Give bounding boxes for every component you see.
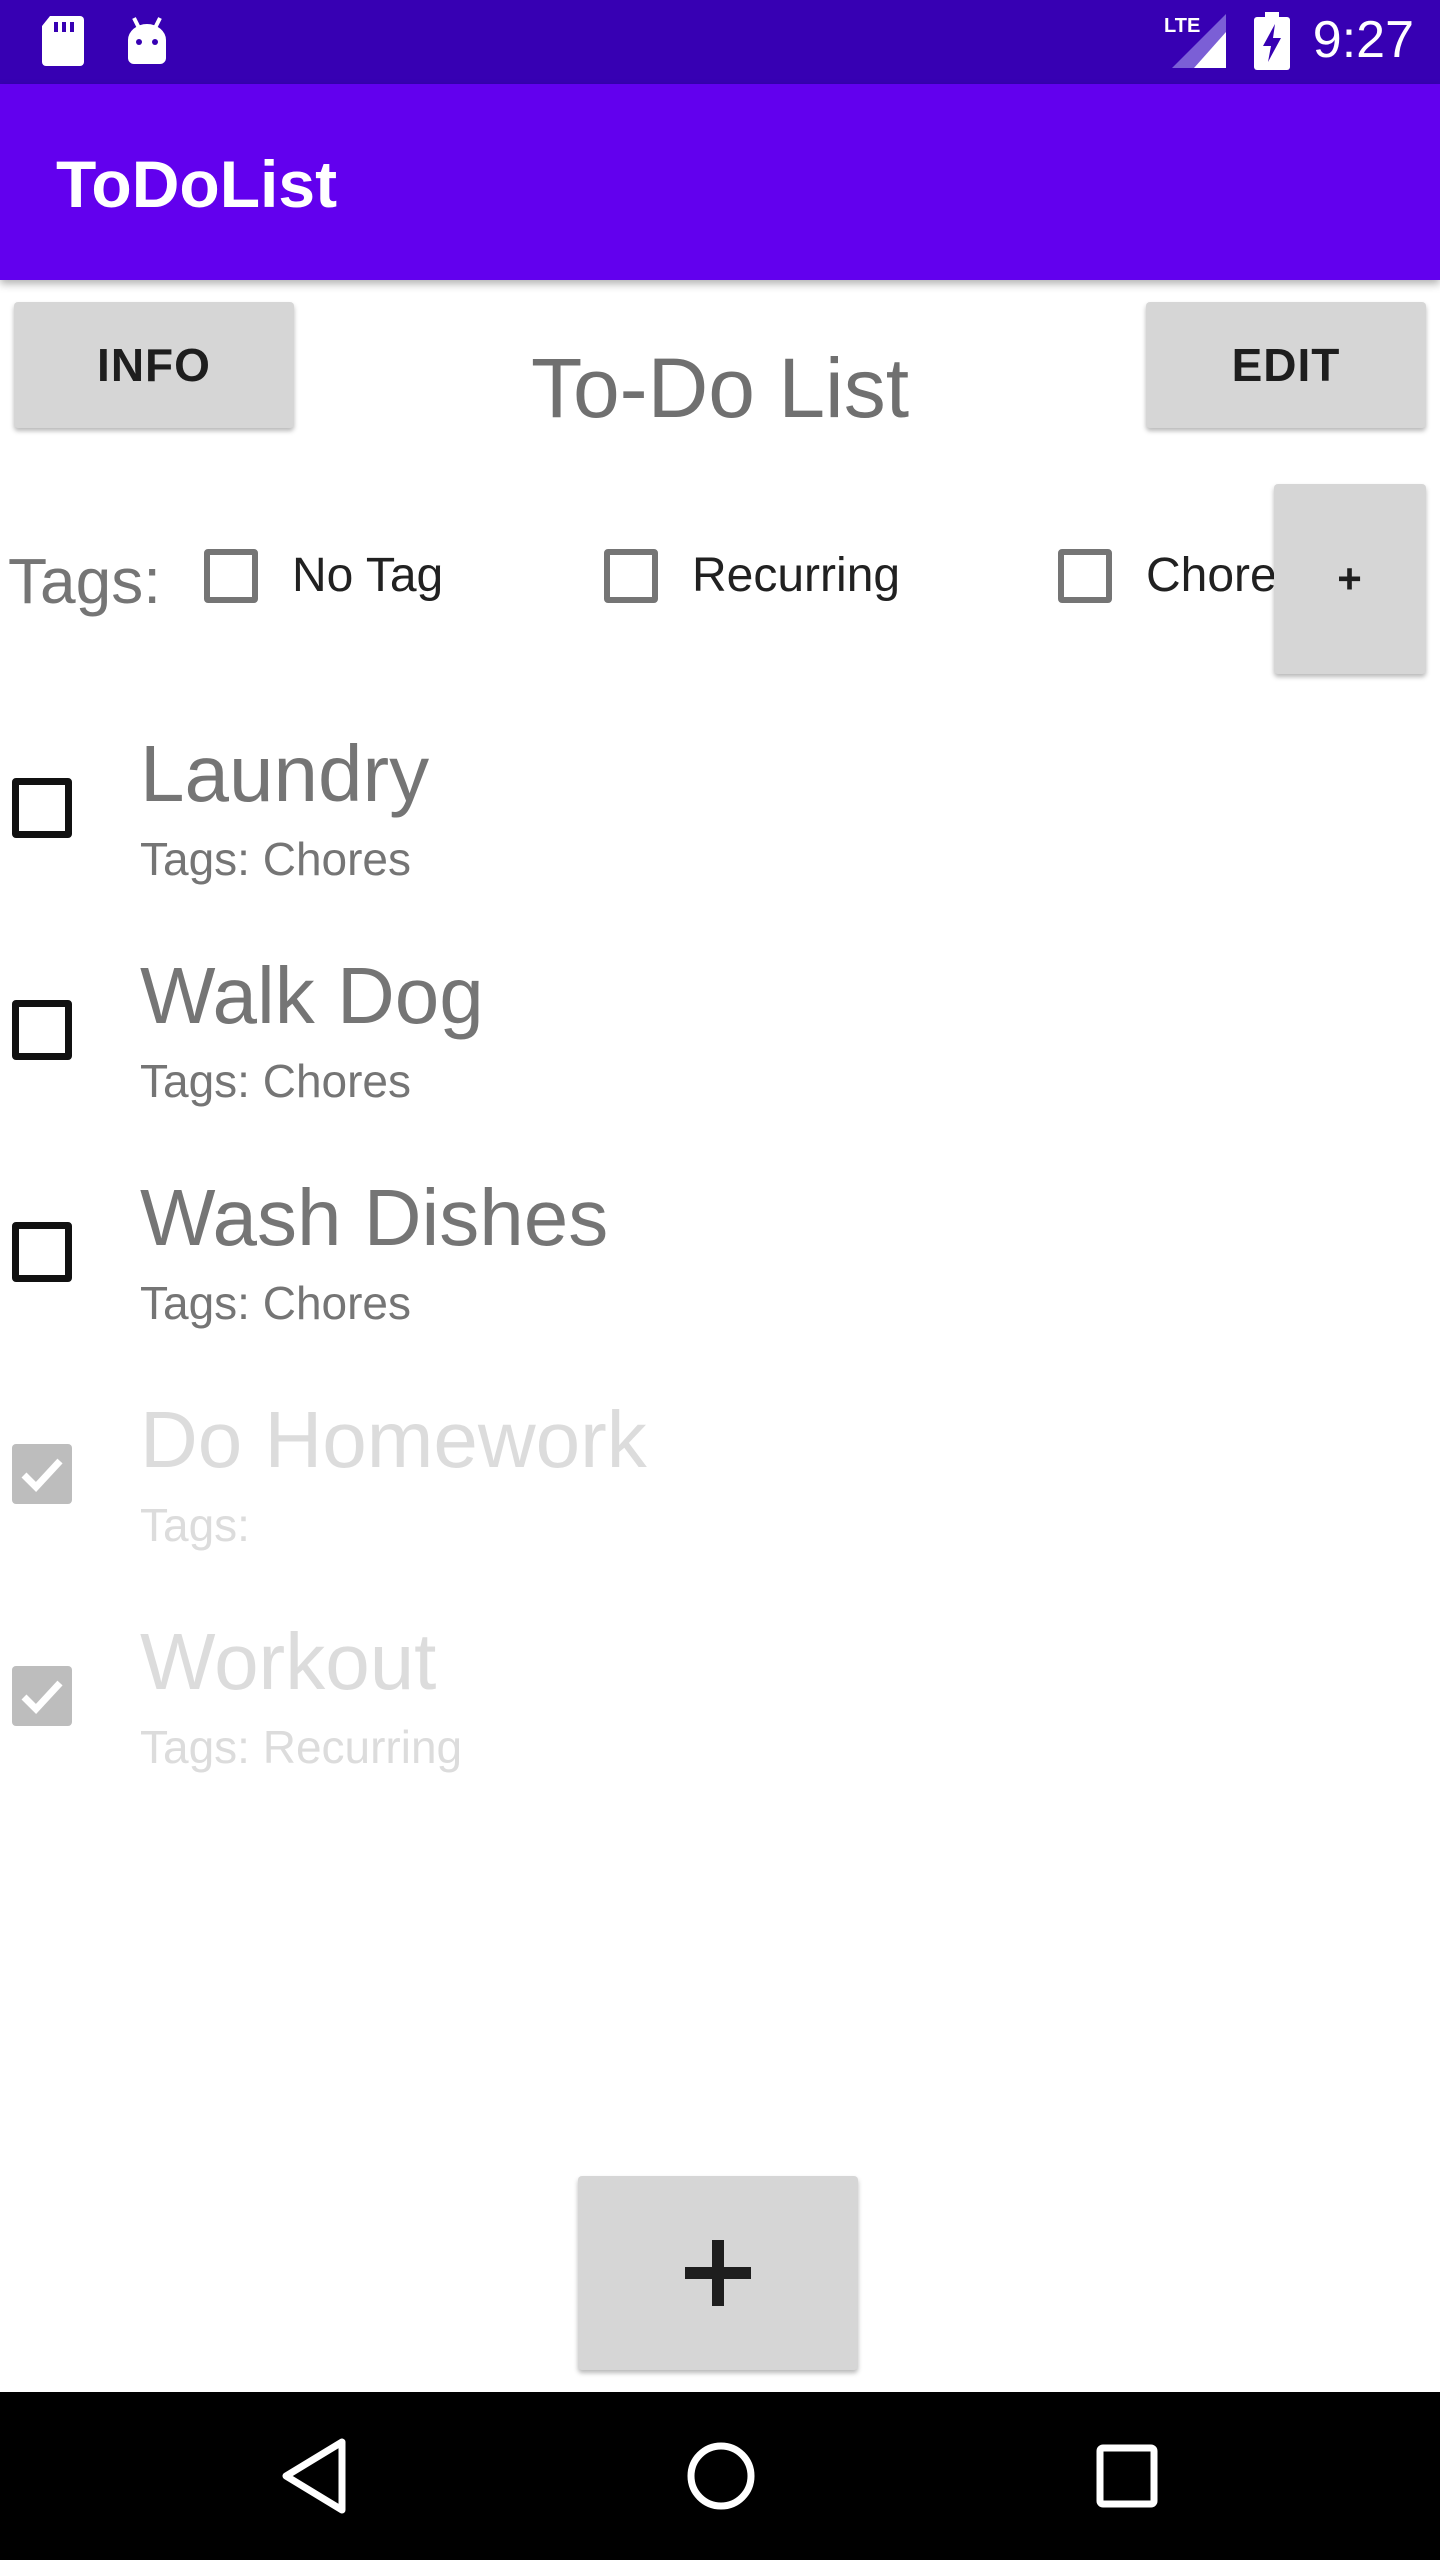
task-name: Wash Dishes	[140, 1173, 609, 1262]
task-checkbox[interactable]	[12, 1444, 72, 1504]
checkmark-icon	[21, 1680, 63, 1715]
tag-label: No Tag	[292, 549, 444, 602]
add-tag-button[interactable]: +	[1274, 484, 1426, 674]
task-tags: Tags: Recurring	[140, 1721, 463, 1773]
task-name: Workout	[140, 1617, 437, 1706]
task-checkbox[interactable]	[12, 1000, 72, 1060]
navigation-bar	[0, 2392, 1440, 2560]
tags-label: Tags:	[8, 545, 161, 617]
android-debug-icon	[124, 14, 170, 73]
home-icon[interactable]	[684, 2436, 758, 2521]
task-name: Walk Dog	[140, 951, 484, 1040]
tag-label: Chores	[1146, 549, 1275, 602]
status-time: 9:27	[1312, 11, 1414, 69]
lte-signal-icon: LTE	[1164, 12, 1230, 75]
add-task-button[interactable]	[578, 2176, 858, 2370]
tag-filter-no-tag[interactable]: No Tag	[204, 548, 443, 603]
task-tags: Tags: Chores	[140, 833, 412, 885]
task-item[interactable]: Laundry Tags: Chores	[0, 720, 1440, 920]
tag-checkbox[interactable]	[204, 548, 258, 603]
app-title: ToDoList	[56, 147, 338, 221]
sd-card-icon	[40, 14, 86, 73]
recents-icon[interactable]	[1092, 2436, 1162, 2521]
task-item[interactable]: Workout Tags: Recurring	[0, 1608, 1440, 1808]
checkmark-icon	[21, 1458, 63, 1493]
task-tags: Tags: Chores	[140, 1277, 412, 1329]
task-checkbox[interactable]	[12, 1666, 72, 1726]
tag-label: Recurring	[692, 549, 901, 602]
task-tags: Tags:	[140, 1499, 250, 1551]
tag-filter-chores[interactable]: Chores	[1058, 548, 1275, 603]
battery-charging-icon	[1254, 12, 1290, 75]
task-name: Laundry	[140, 729, 430, 818]
task-item[interactable]: Walk Dog Tags: Chores	[0, 942, 1440, 1142]
tag-checkbox[interactable]	[1058, 548, 1112, 603]
task-item[interactable]: Do Homework Tags:	[0, 1386, 1440, 1586]
task-checkbox[interactable]	[12, 778, 72, 838]
svg-text:LTE: LTE	[1164, 15, 1200, 37]
back-icon[interactable]	[280, 2436, 350, 2521]
tag-filter-row: No Tag Recurring Chores	[190, 520, 1275, 640]
app-bar: ToDoList	[0, 84, 1440, 280]
tag-checkbox[interactable]	[604, 548, 658, 603]
page-title: To-Do List	[530, 341, 910, 435]
task-checkbox[interactable]	[12, 1222, 72, 1282]
status-bar: LTE 9:27	[0, 0, 1440, 84]
task-tags: Tags: Chores	[140, 1055, 412, 1107]
tag-filter-recurring[interactable]: Recurring	[604, 548, 900, 603]
task-name: Do Homework	[140, 1395, 647, 1484]
task-item[interactable]: Wash Dishes Tags: Chores	[0, 1164, 1440, 1364]
plus-icon	[685, 2240, 751, 2306]
